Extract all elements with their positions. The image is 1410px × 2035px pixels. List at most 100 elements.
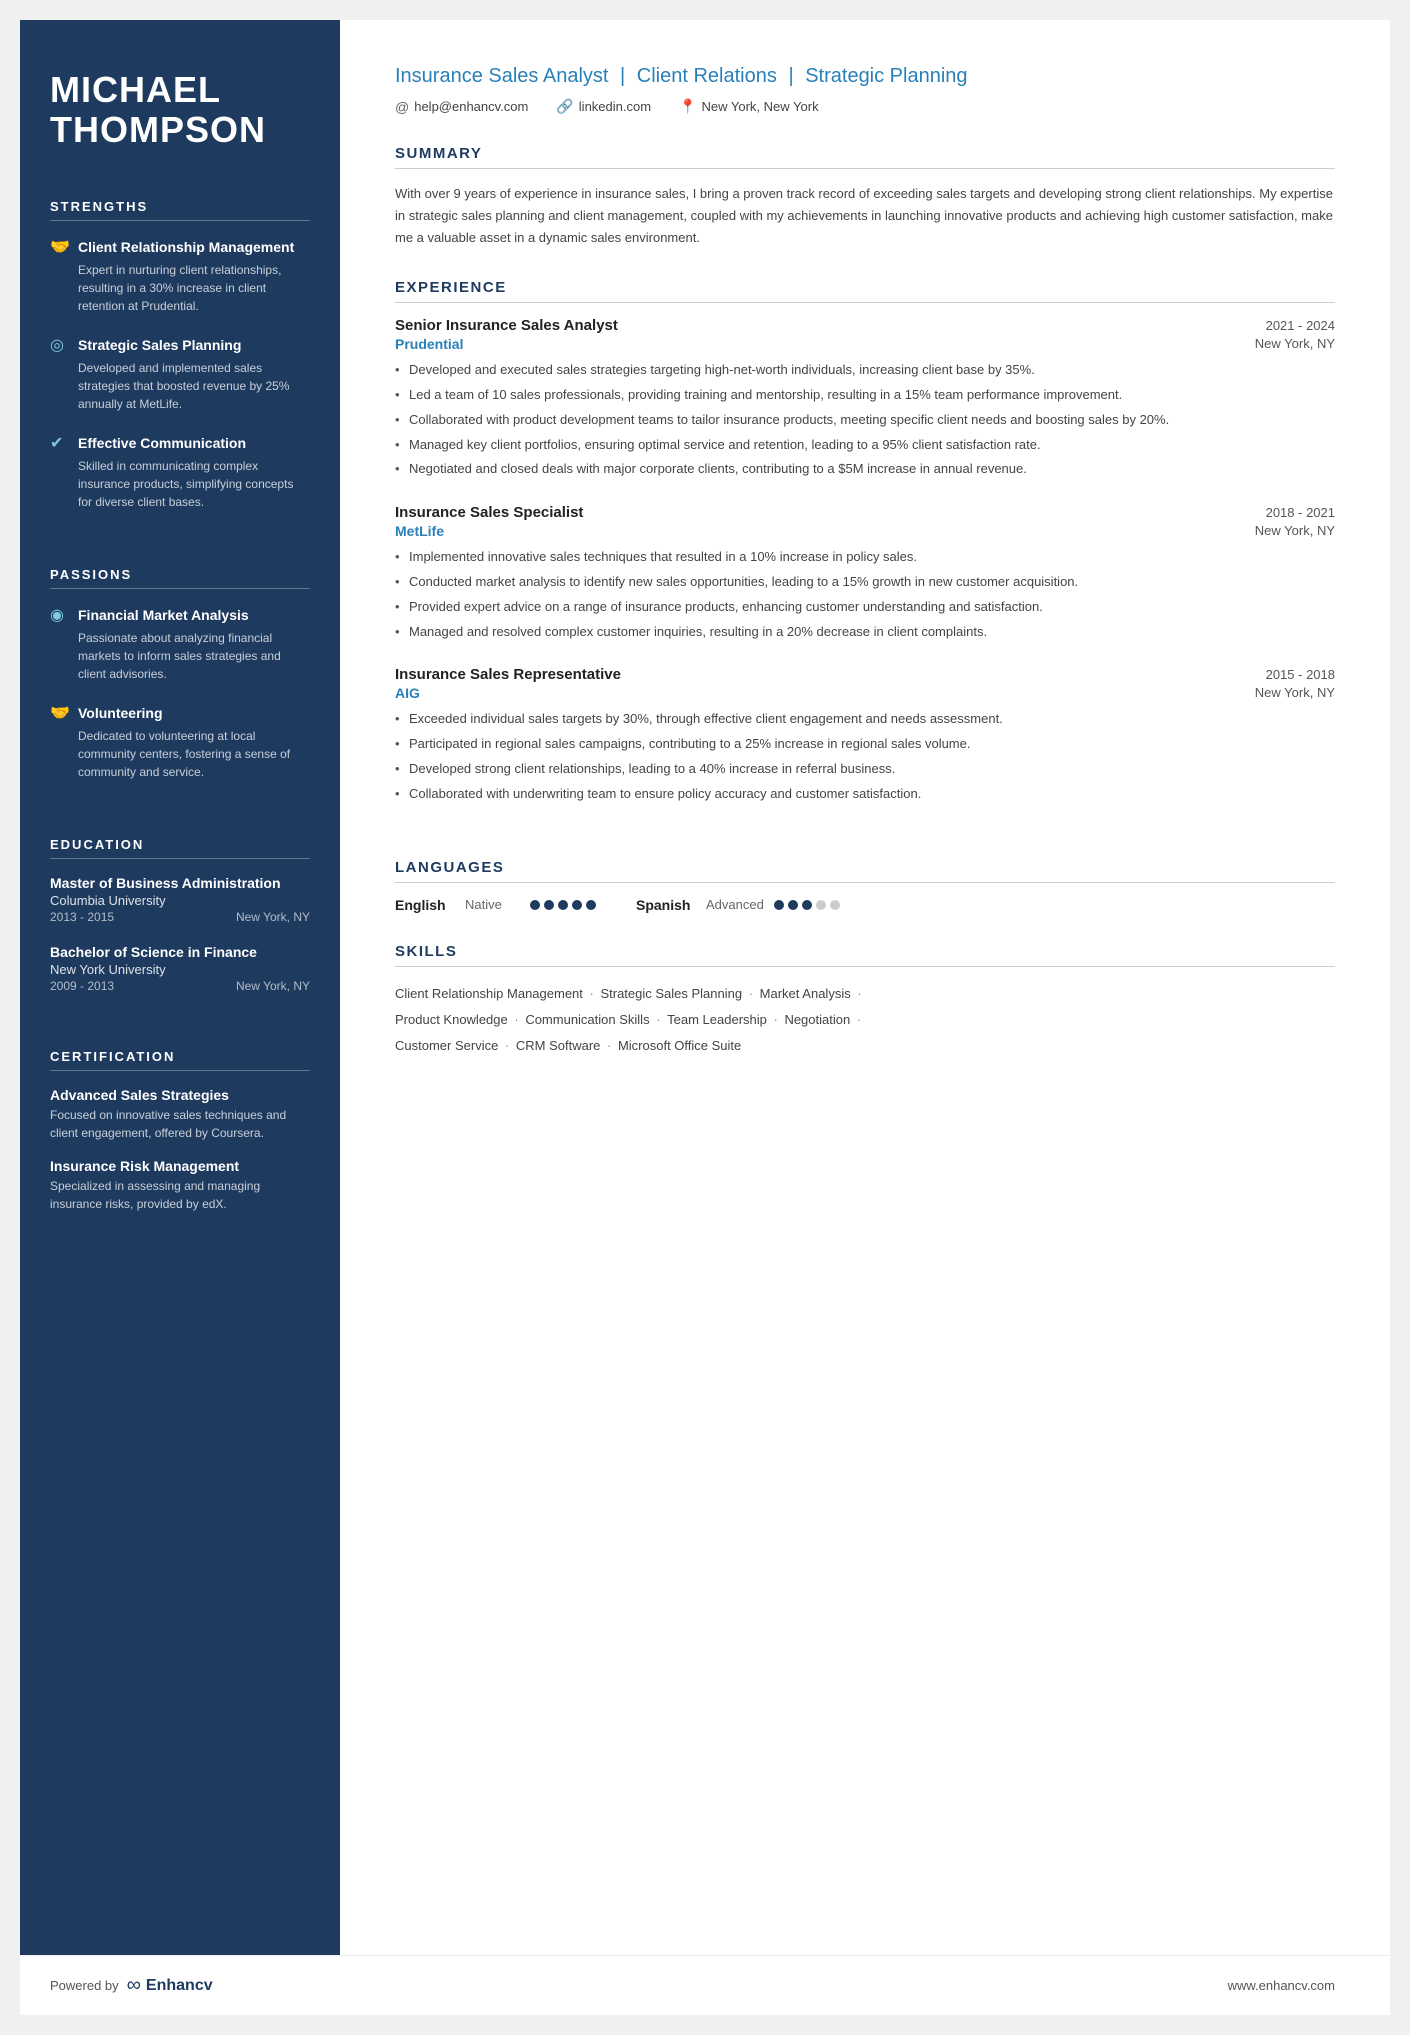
skills-row-2: Product Knowledge · Communication Skills…: [395, 1007, 1335, 1033]
languages-section: LANGUAGES English Native: [395, 859, 1335, 913]
cert-title-2: Insurance Risk Management: [50, 1158, 310, 1174]
passion-item-2: 🤝 Volunteering Dedicated to volunteering…: [50, 703, 310, 781]
bullet-1-5: Negotiated and closed deals with major c…: [395, 459, 1335, 480]
exp-header-2: Insurance Sales Specialist 2018 - 2021: [395, 504, 1335, 521]
name-block: MICHAEL THOMPSON: [50, 70, 310, 149]
summary-section: SUMMARY With over 9 years of experience …: [395, 145, 1335, 249]
skill-2-3: Team Leadership: [667, 1012, 767, 1027]
strength-item-1: 🤝 Client Relationship Management Expert …: [50, 237, 310, 315]
lang-level-spanish: Advanced: [706, 897, 764, 912]
skills-title: SKILLS: [395, 943, 1335, 967]
exp-sub-2: MetLife New York, NY: [395, 523, 1335, 539]
skill-2-4: Negotiation: [784, 1012, 850, 1027]
skill-3-2: CRM Software: [516, 1038, 601, 1053]
passion-header-2: 🤝 Volunteering: [50, 703, 310, 723]
skill-3-1: Customer Service: [395, 1038, 498, 1053]
bullet-2-2: Conducted market analysis to identify ne…: [395, 572, 1335, 593]
footer-left: Powered by ∞ Enhancv: [50, 1974, 213, 1997]
strengths-section: STRENGTHS 🤝 Client Relationship Manageme…: [50, 199, 310, 531]
main-header: Insurance Sales Analyst | Client Relatio…: [395, 65, 1335, 115]
dot-es-5: [830, 900, 840, 910]
bullet-1-1: Developed and executed sales strategies …: [395, 360, 1335, 381]
exp-bullets-2: Implemented innovative sales techniques …: [395, 547, 1335, 642]
cert-desc-2: Specialized in assessing and managing in…: [50, 1177, 310, 1213]
bullet-2-4: Managed and resolved complex customer in…: [395, 622, 1335, 643]
candidate-name: MICHAEL THOMPSON: [50, 70, 310, 149]
edu-degree-2: Bachelor of Science in Finance: [50, 944, 310, 960]
exp-sub-1: Prudential New York, NY: [395, 336, 1335, 352]
bullet-1-3: Collaborated with product development te…: [395, 410, 1335, 431]
summary-text: With over 9 years of experience in insur…: [395, 183, 1335, 249]
exp-date-2: 2018 - 2021: [1266, 505, 1335, 520]
exp-title-1: Senior Insurance Sales Analyst: [395, 317, 618, 334]
exp-date-3: 2015 - 2018: [1266, 667, 1335, 682]
passion-desc-2: Dedicated to volunteering at local commu…: [50, 727, 310, 781]
bullet-3-4: Collaborated with underwriting team to e…: [395, 784, 1335, 805]
skill-1-3: Market Analysis: [760, 986, 851, 1001]
sidebar: MICHAEL THOMPSON STRENGTHS 🤝 Client Rela…: [20, 20, 340, 1955]
contact-linkedin: 🔗 linkedin.com: [556, 98, 651, 115]
bullet-3-2: Participated in regional sales campaigns…: [395, 734, 1335, 755]
exp-bullets-3: Exceeded individual sales targets by 30%…: [395, 709, 1335, 804]
lang-item-spanish: Spanish Advanced: [636, 897, 840, 913]
skill-1-1: Client Relationship Management: [395, 986, 583, 1001]
strength-desc-2: Developed and implemented sales strategi…: [50, 359, 310, 413]
edu-school-1: Columbia University: [50, 893, 310, 908]
education-title: EDUCATION: [50, 837, 310, 859]
languages-title: LANGUAGES: [395, 859, 1335, 883]
skill-1-2: Strategic Sales Planning: [600, 986, 742, 1001]
certification-title: CERTIFICATION: [50, 1049, 310, 1071]
exp-loc-1: New York, NY: [1255, 336, 1335, 352]
strength-title-2: Strategic Sales Planning: [78, 337, 241, 353]
education-section: EDUCATION Master of Business Administrat…: [50, 837, 310, 1013]
resume-wrapper: MICHAEL THOMPSON STRENGTHS 🤝 Client Rela…: [20, 20, 1390, 2015]
dot-es-2: [788, 900, 798, 910]
edu-location-2: New York, NY: [236, 979, 310, 993]
dot-en-3: [558, 900, 568, 910]
exp-company-3: AIG: [395, 685, 420, 701]
footer-logo: ∞ Enhancv: [127, 1974, 213, 1997]
dot-en-5: [586, 900, 596, 910]
lang-level-english: Native: [465, 897, 520, 912]
skills-row-3: Customer Service · CRM Software · Micros…: [395, 1033, 1335, 1059]
strength-item-2: ◎ Strategic Sales Planning Developed and…: [50, 335, 310, 413]
strength-item-3: ✔ Effective Communication Skilled in com…: [50, 433, 310, 511]
edu-location-1: New York, NY: [236, 910, 310, 924]
edu-item-2: Bachelor of Science in Finance New York …: [50, 944, 310, 993]
strengths-title: STRENGTHS: [50, 199, 310, 221]
certification-section: CERTIFICATION Advanced Sales Strategies …: [50, 1049, 310, 1229]
bullet-3-1: Exceeded individual sales targets by 30%…: [395, 709, 1335, 730]
strength-icon-2: ◎: [50, 335, 70, 355]
resume-body: MICHAEL THOMPSON STRENGTHS 🤝 Client Rela…: [20, 20, 1390, 1955]
passion-item-1: ◉ Financial Market Analysis Passionate a…: [50, 605, 310, 683]
job-title-line: Insurance Sales Analyst | Client Relatio…: [395, 65, 1335, 88]
passion-icon-2: 🤝: [50, 703, 70, 723]
main-content: Insurance Sales Analyst | Client Relatio…: [340, 20, 1390, 1955]
strength-title-1: Client Relationship Management: [78, 239, 294, 255]
strength-desc-1: Expert in nurturing client relationships…: [50, 261, 310, 315]
edu-item-1: Master of Business Administration Columb…: [50, 875, 310, 924]
skills-row-1: Client Relationship Management · Strateg…: [395, 981, 1335, 1007]
contact-email: @ help@enhancv.com: [395, 99, 528, 115]
exp-item-3: Insurance Sales Representative 2015 - 20…: [395, 666, 1335, 804]
dot-es-4: [816, 900, 826, 910]
passion-title-2: Volunteering: [78, 705, 163, 721]
website-text: www.enhancv.com: [1228, 1978, 1335, 1993]
passions-title: PASSIONS: [50, 567, 310, 589]
dot-en-1: [530, 900, 540, 910]
exp-company-1: Prudential: [395, 336, 463, 352]
dot-es-1: [774, 900, 784, 910]
exp-loc-3: New York, NY: [1255, 685, 1335, 701]
contact-line: @ help@enhancv.com 🔗 linkedin.com 📍 New …: [395, 98, 1335, 115]
bullet-3-3: Developed strong client relationships, l…: [395, 759, 1335, 780]
job-title-part-3: Strategic Planning: [805, 65, 967, 87]
cert-item-1: Advanced Sales Strategies Focused on inn…: [50, 1087, 310, 1142]
linkedin-icon: 🔗: [556, 98, 573, 115]
strength-icon-1: 🤝: [50, 237, 70, 257]
exp-title-2: Insurance Sales Specialist: [395, 504, 583, 521]
skill-2-1: Product Knowledge: [395, 1012, 508, 1027]
cert-title-1: Advanced Sales Strategies: [50, 1087, 310, 1103]
footer: Powered by ∞ Enhancv www.enhancv.com: [20, 1955, 1390, 2015]
enhancv-logo-icon: ∞: [127, 1974, 141, 1997]
contact-location: 📍 New York, New York: [679, 98, 819, 115]
